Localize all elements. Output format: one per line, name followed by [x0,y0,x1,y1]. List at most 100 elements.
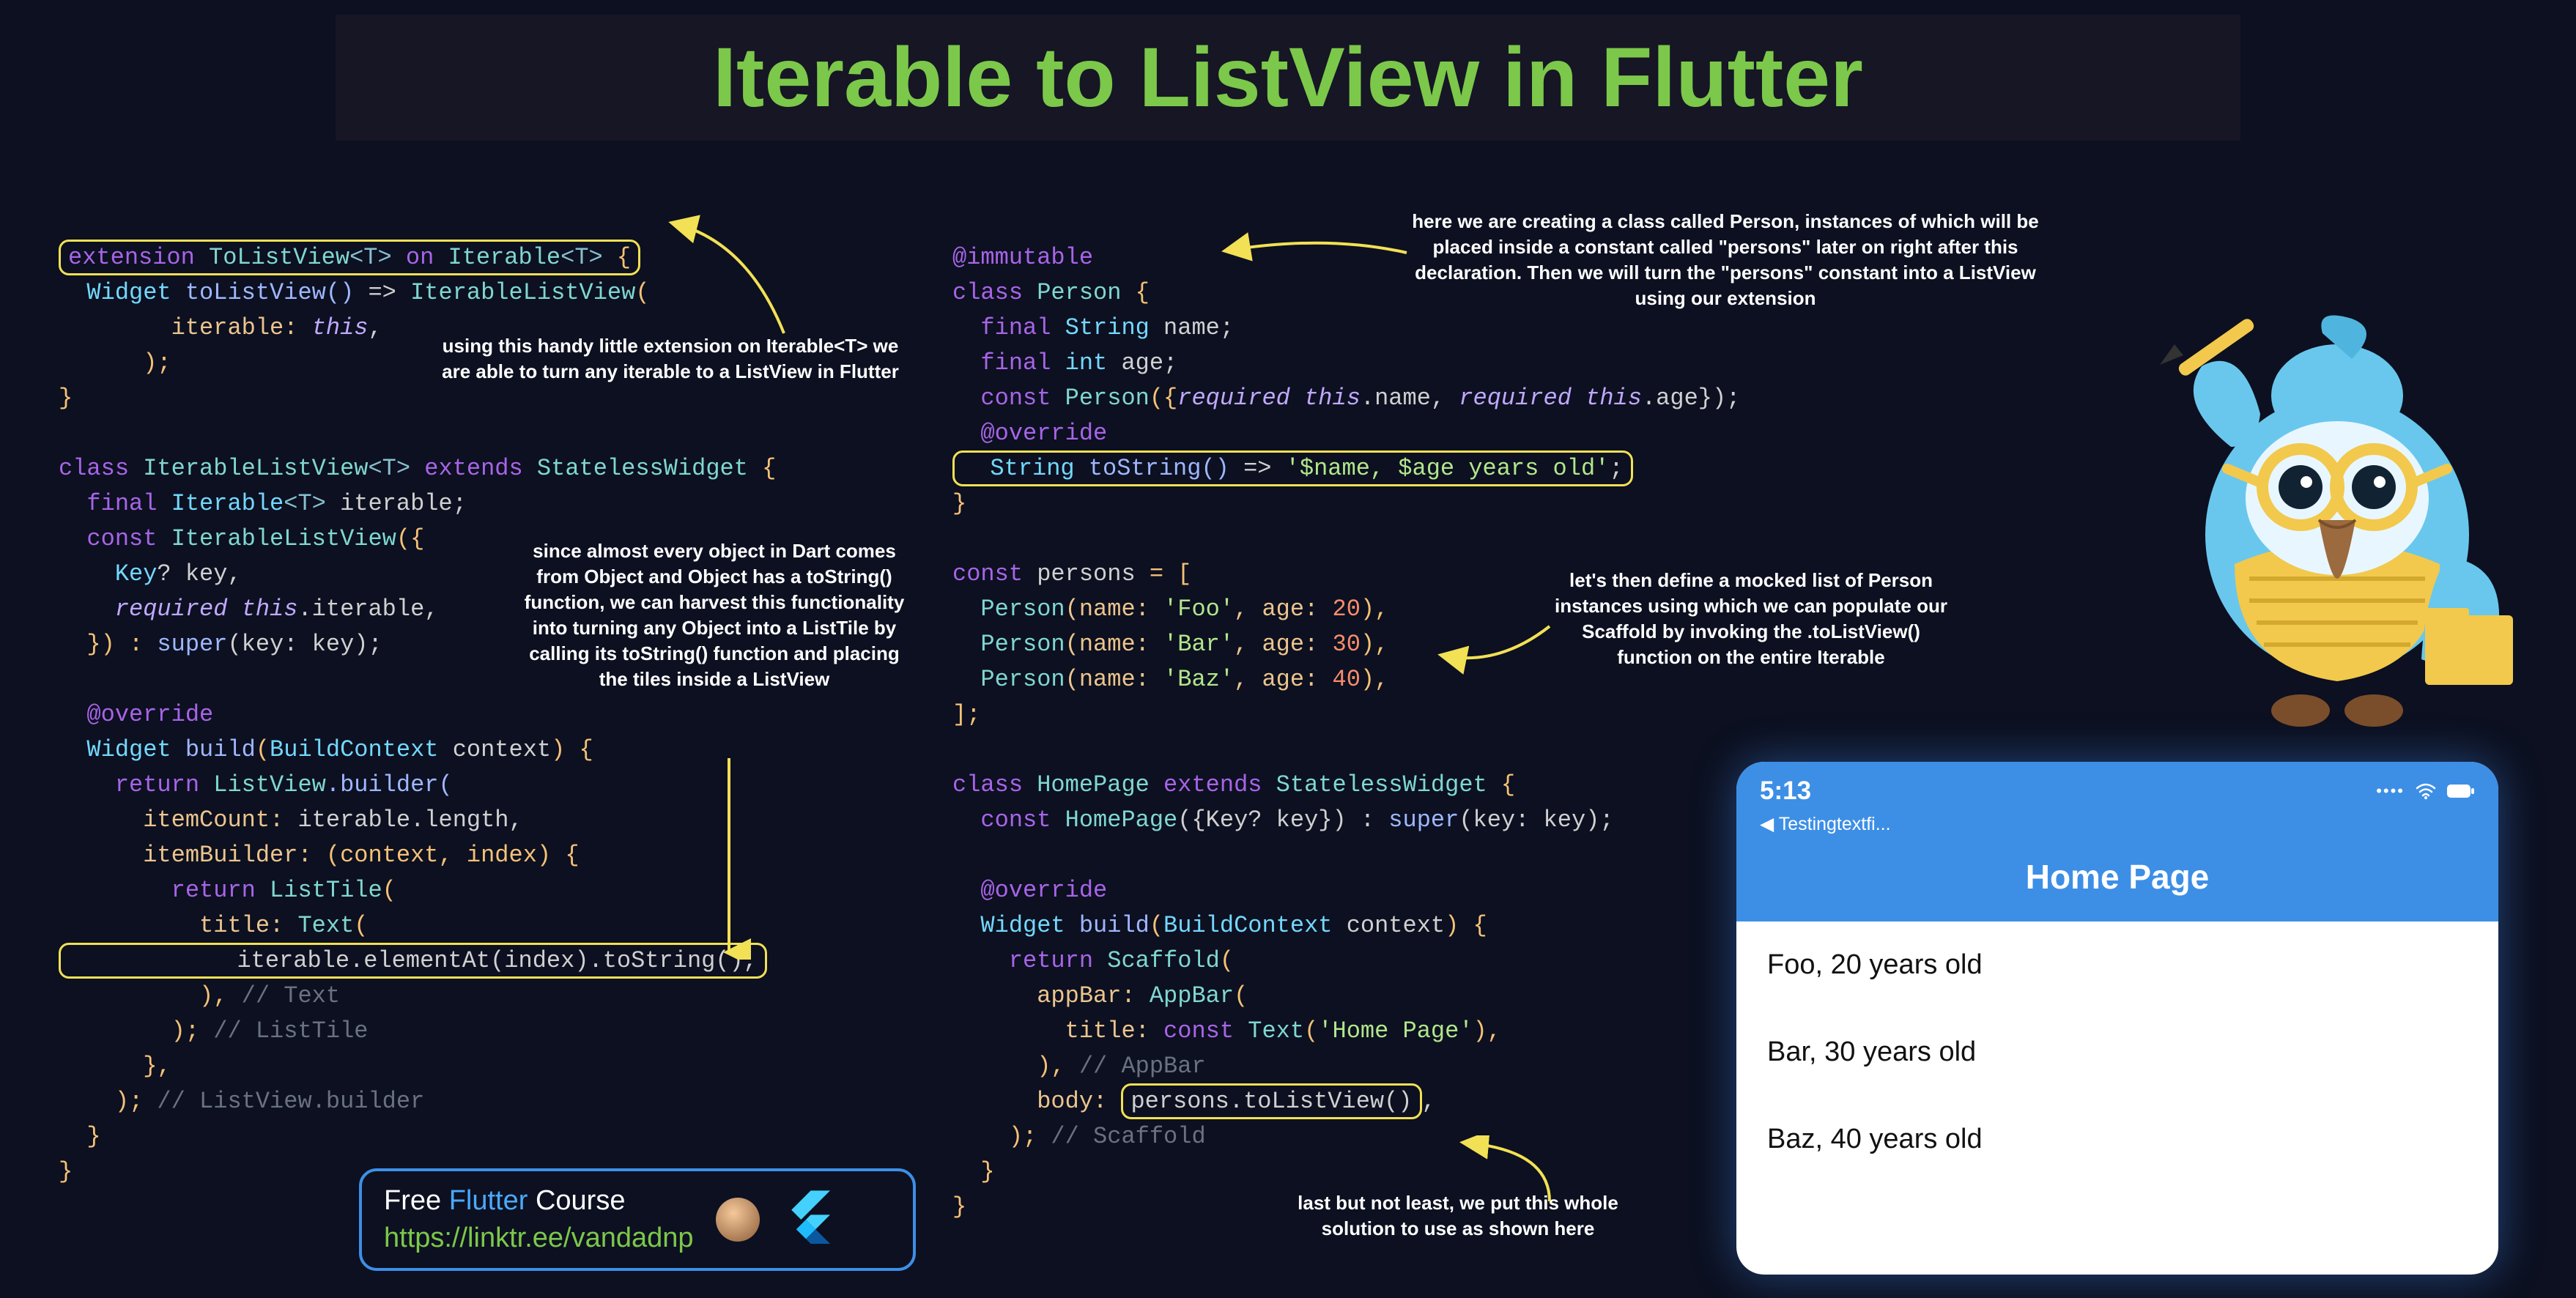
kw-return: return [952,947,1107,974]
type-param: <T> [284,490,326,517]
kw-class: class [952,771,1037,798]
code-block-right: @immutable class Person { final String n… [952,205,1670,1225]
close-brace: } [59,385,73,412]
brace: { [1487,771,1515,798]
kw-final: final [59,490,171,517]
list-item[interactable]: Foo, 20 years old [1736,921,2498,1009]
arrow: => [1243,455,1286,482]
string: 'Home Page' [1318,1017,1473,1045]
promo-flutter: Flutter [449,1185,528,1216]
paren: ( [382,877,396,904]
class-homepage: HomePage [1037,771,1150,798]
string: 'Baz' [1163,666,1234,693]
ctor: HomePage [1065,806,1178,834]
avatar [716,1198,760,1242]
paren: ( [1234,982,1248,1009]
number: 40 [1332,666,1360,693]
annotation-immutable: @immutable [952,244,1093,271]
type-buildcontext: BuildContext [270,736,438,763]
close: ), [1361,666,1388,693]
super: super [1388,806,1459,834]
close: ); [59,1017,213,1045]
comment: // Text [242,982,340,1009]
kw-return: return [59,877,270,904]
brace: { [748,455,776,482]
open-bracket: = [ [1150,560,1192,587]
arg: , age: [1234,631,1332,658]
class-text: Text [1248,1017,1304,1045]
kw-const: const [952,385,1065,412]
prop-itembuilder: itemBuilder: [59,842,326,869]
close-brace: } [59,1158,73,1185]
type: Iterable [171,490,284,517]
semi: ; [1609,455,1623,482]
ctor: Person [952,666,1065,693]
comma: , [368,314,382,341]
promo-link[interactable]: https://linktr.ee/vandadnp [384,1220,694,1257]
var: name; [1150,314,1234,341]
class-text: Text [297,912,354,939]
brace: { [603,244,631,271]
close: ), [952,1053,1079,1080]
number: 30 [1332,631,1360,658]
type-param: <T> [560,244,603,271]
comment: // Scaffold [1051,1123,1205,1150]
comment: // ListView.builder [157,1088,424,1115]
field: .name, [1361,385,1459,412]
expr-elementat: iterable.elementAt(index).toString(), [68,947,758,974]
list-item[interactable]: Bar, 30 years old [1736,1009,2498,1096]
comment: // ListTile [213,1017,368,1045]
kw-this: this [1304,385,1361,412]
annotation-override: @override [952,420,1107,447]
page-title: Iterable to ListView in Flutter [350,29,2226,126]
type-widget: Widget [59,736,171,763]
end: (key: key); [1459,806,1613,834]
close-brace: } [952,490,966,517]
number: 20 [1332,596,1360,623]
battery-icon [2447,784,2475,798]
kw-const: const [952,560,1023,587]
close: ); [59,1088,157,1115]
annotation-extension: using this handy little extension on Ite… [432,333,908,385]
kw-this: this [312,314,369,341]
annotation-override: @override [59,701,213,728]
type-string: String [1065,314,1150,341]
param: context [438,736,551,763]
lambda: (context, index) { [326,842,580,869]
var: iterable; [326,490,467,517]
phone-status-bar: 5:13 •••• [1736,762,2498,810]
prop-itemcount: itemCount: [59,806,297,834]
kw-const: const [1163,1017,1248,1045]
type: BuildContext [1163,912,1332,939]
classname: IterableListView [143,455,368,482]
kw-class: class [59,455,143,482]
ext-name: ToListView [195,244,349,271]
open: ({ [396,525,424,552]
kw-this: this [242,596,298,623]
close: ), [1473,1017,1501,1045]
kw-class: class [952,279,1037,306]
phone-appbar-title: Home Page [1736,842,2498,921]
fn-build: build [1065,912,1150,939]
phone-back-label[interactable]: ◀ Testingtextfi... [1736,810,2498,842]
signal-dots-icon: •••• [2376,782,2405,801]
parent-class: StatelessWidget [537,455,748,482]
class-scaffold: Scaffold [1107,947,1220,974]
kw-final: final [952,349,1065,377]
comma: , [1422,1088,1436,1115]
prop-title: title: [952,1017,1163,1045]
string-literal: '$name, $age years old' [1286,455,1610,482]
paren: ( [635,279,649,306]
annotation-usage: last but not least, we put this whole so… [1275,1190,1641,1242]
close-brace: } [59,1123,101,1150]
class-appbar: AppBar [1150,982,1234,1009]
paren: ( [1304,1017,1318,1045]
list-item[interactable]: Baz, 40 years old [1736,1096,2498,1183]
phone-mockup: 5:13 •••• ◀ Testingtextfi... Home Page F… [1736,762,2498,1275]
kw-extends: extends [410,455,537,482]
prop-title: title: [59,912,297,939]
arg: , age: [1234,596,1332,623]
class-listview: ListView [213,771,326,798]
promo-box: Free Flutter Course https://linktr.ee/va… [359,1168,916,1271]
close-brace: } [952,1193,966,1220]
